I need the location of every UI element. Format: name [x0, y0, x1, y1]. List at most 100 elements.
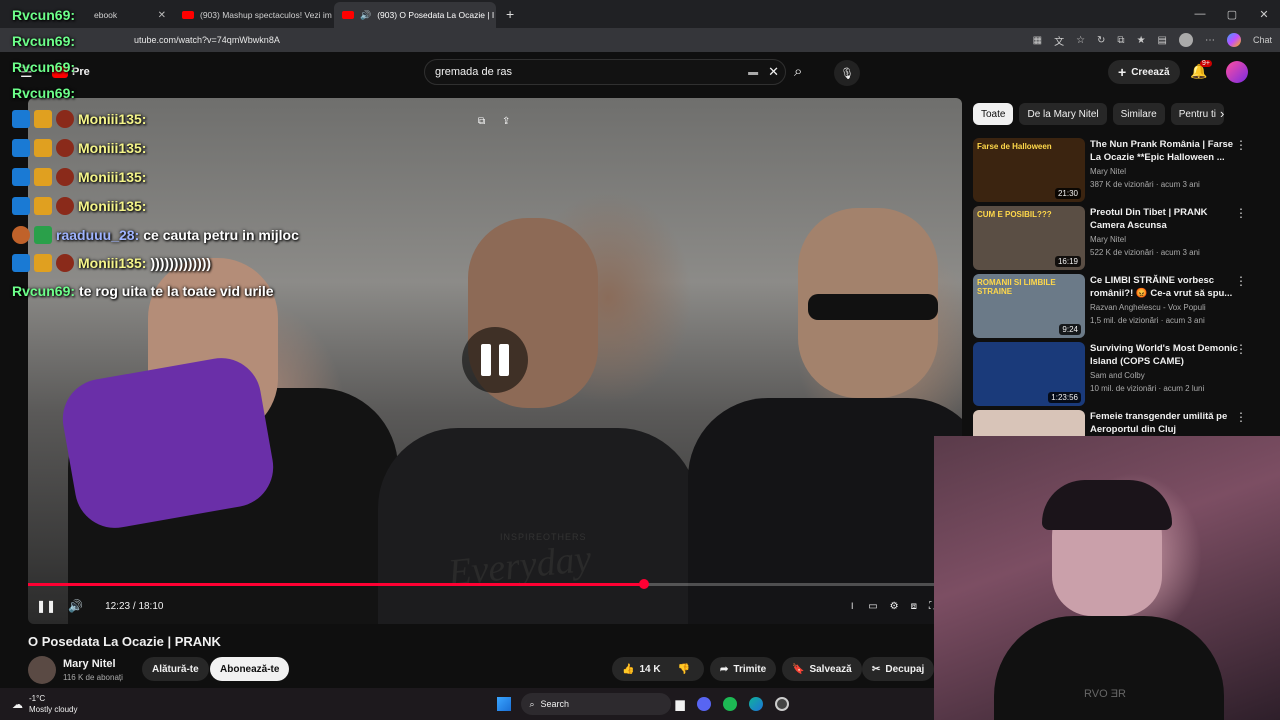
chat-username[interactable]: Rvcun69:	[12, 283, 75, 299]
more-actions-icon[interactable]: ⋮	[1235, 410, 1247, 424]
recommendation-item[interactable]: CUM E POSIBIL??? 16:19 Preotul Din Tibet |…	[973, 206, 1263, 270]
video-thumbnail[interactable]: 1:23:56	[973, 342, 1085, 406]
moderator-badge-icon	[12, 139, 30, 157]
recommendation-item[interactable]: 1:23:56 Surviving World's Most Demonic Is…	[973, 342, 1263, 406]
more-actions-icon[interactable]: ⋮	[1235, 274, 1247, 288]
share-overlay-icon[interactable]: ⇪	[502, 116, 510, 127]
chat-username[interactable]: Rvcun69:	[12, 59, 75, 75]
search-input[interactable]: gremada de ras	[435, 66, 512, 78]
chip-from-channel[interactable]: De la Mary Nitel	[1019, 103, 1107, 125]
clear-search-icon[interactable]: ✕	[768, 64, 779, 80]
miniplayer-icon[interactable]: ⧉	[478, 116, 485, 127]
subscribe-button[interactable]: Abonează-te	[210, 657, 290, 681]
file-explorer-icon[interactable]: ▆	[675, 697, 684, 711]
recommendation-item[interactable]: ROMANII SI LIMBILE STRAINE 9:24 Ce LIMBI S…	[973, 274, 1263, 338]
obs-icon[interactable]	[774, 697, 789, 711]
chat-username[interactable]: Moniii135:	[78, 198, 146, 214]
search-icon[interactable]: ⌕	[794, 63, 802, 80]
miniplayer-button-icon[interactable]: ⧈	[911, 601, 917, 612]
collections-icon[interactable]: ▤	[1158, 35, 1167, 46]
video-thumbnail[interactable]: Farse de Halloween 21:30	[973, 138, 1085, 202]
recommendation-title[interactable]: Femeie transgender umilită pe Aeroportul…	[1090, 410, 1240, 436]
apps-icon[interactable]: ▦	[1033, 35, 1042, 46]
account-avatar[interactable]	[1226, 61, 1248, 83]
chat-username[interactable]: Moniii135:	[78, 111, 146, 127]
settings-icon[interactable]: ⚙	[890, 601, 899, 612]
recommendation-item[interactable]: Farse de Halloween 21:30 The Nun Prank Rom…	[973, 138, 1263, 202]
video-thumbnail[interactable]: ROMANII SI LIMBILE STRAINE 9:24	[973, 274, 1085, 338]
like-count[interactable]: 14 K	[639, 664, 660, 675]
more-actions-icon[interactable]: ⋮	[1235, 342, 1247, 356]
close-tab-icon[interactable]: ✕	[158, 10, 166, 21]
weather-temp: -1°C	[29, 694, 46, 703]
channel-name[interactable]: Mary Nitel	[63, 658, 116, 670]
like-icon[interactable]: 👍	[622, 664, 634, 675]
spotify-icon[interactable]	[722, 697, 737, 711]
windows-start-icon[interactable]	[497, 697, 512, 711]
chevron-right-icon[interactable]: ›	[1220, 106, 1224, 121]
recommendation-title[interactable]: The Nun Prank România | Farse La Ocazie …	[1090, 138, 1240, 164]
chip-for-you[interactable]: Pentru ti	[1170, 103, 1224, 125]
browser-tab[interactable]: ebook ✕	[86, 2, 174, 28]
minimize-button[interactable]: —	[1184, 8, 1216, 21]
profile-avatar[interactable]	[1178, 33, 1193, 47]
progress-bar[interactable]	[28, 579, 934, 589]
chat-username[interactable]: Moniii135:	[78, 140, 146, 156]
volume-icon[interactable]: 🔊	[68, 599, 83, 613]
copilot-icon[interactable]	[1226, 33, 1241, 47]
recommendation-title[interactable]: Surviving World's Most Demonic Island (C…	[1090, 342, 1240, 368]
new-tab-button[interactable]: +	[506, 6, 514, 22]
chip-related[interactable]: Similare	[1112, 103, 1165, 125]
favorites-icon[interactable]: ★	[1137, 35, 1146, 46]
chat-label[interactable]: Chat	[1253, 35, 1272, 45]
video-thumbnail[interactable]: CUM E POSIBIL??? 16:19	[973, 206, 1085, 270]
chat-username[interactable]: Rvcun69:	[12, 7, 75, 23]
save-button[interactable]: 🔖 Salvează	[782, 657, 862, 681]
clip-button[interactable]: ✂ Decupaj	[862, 657, 935, 681]
scissors-icon: ✂	[872, 663, 881, 675]
recommendation-title[interactable]: Ce LIMBI STRĂINE vorbesc românii?! 😡 Ce-…	[1090, 274, 1240, 300]
voice-search-icon[interactable]: 🎙	[834, 60, 860, 86]
chat-username[interactable]: Moniii135:	[78, 255, 146, 271]
autoplay-toggle[interactable]: ⏽	[848, 601, 856, 612]
video-thumbnail[interactable]	[973, 410, 1085, 436]
chat-username[interactable]: Rvcun69:	[12, 33, 75, 49]
chat-username[interactable]: Moniii135:	[78, 169, 146, 185]
dislike-icon[interactable]: 👎	[678, 664, 690, 675]
discord-icon[interactable]	[696, 697, 711, 711]
recommendation-channel[interactable]: Mary Nitel	[1090, 235, 1126, 244]
notifications-button[interactable]: 🔔 9+	[1190, 60, 1212, 80]
star-icon[interactable]: ☆	[1076, 35, 1085, 46]
join-button[interactable]: Alătură-te	[142, 657, 209, 681]
speaker-icon: 🔊	[360, 9, 372, 20]
channel-avatar[interactable]	[28, 656, 56, 684]
search-box[interactable]: gremada de ras ▬ ✕	[424, 59, 786, 85]
close-window-button[interactable]: ✕	[1248, 8, 1280, 21]
url-field[interactable]: utube.com/watch?v=74qmWbwkn8A	[134, 35, 280, 45]
recommendation-channel[interactable]: Sam and Colby	[1090, 371, 1145, 380]
translate-icon[interactable]: 文	[1054, 33, 1064, 48]
keyboard-icon[interactable]: ▬	[748, 67, 758, 78]
extensions-icon[interactable]: ⧉	[1117, 35, 1124, 46]
recommendation-title[interactable]: Preotul Din Tibet | PRANK Camera Ascunsa	[1090, 206, 1240, 232]
more-actions-icon[interactable]: ⋮	[1235, 206, 1247, 220]
chip-all[interactable]: Toate	[973, 103, 1014, 125]
pause-overlay-icon[interactable]	[462, 327, 528, 393]
chat-username[interactable]: raaduuu_28:	[56, 227, 139, 243]
edge-icon[interactable]	[748, 697, 763, 711]
share-button[interactable]: ➦ Trimite	[710, 657, 777, 681]
subtitles-icon[interactable]: ▭	[868, 601, 877, 612]
recommendation-channel[interactable]: Mary Nitel	[1090, 167, 1126, 176]
browser-tab-active[interactable]: 🔊 (903) O Posedata La Ocazie | I ✕	[334, 2, 496, 28]
chat-username[interactable]: Rvcun69:	[12, 85, 75, 101]
browser-tab[interactable]: (903) Mashup spectaculos! Vezi im ✕	[174, 2, 334, 28]
create-button[interactable]: + Creează	[1108, 60, 1180, 84]
pause-icon[interactable]: ❚❚	[36, 599, 56, 613]
more-actions-icon[interactable]: ⋮	[1235, 138, 1247, 152]
refresh-icon[interactable]: ↻	[1097, 35, 1105, 46]
taskbar-search[interactable]: ⌕ Search	[521, 693, 672, 715]
maximize-button[interactable]: ▢	[1216, 8, 1248, 21]
more-icon[interactable]: ⋯	[1205, 35, 1215, 46]
recommendation-item[interactable]: Femeie transgender umilită pe Aeroportul…	[973, 410, 1263, 436]
recommendation-channel[interactable]: Razvan Anghelescu - Vox Populi	[1090, 303, 1206, 312]
